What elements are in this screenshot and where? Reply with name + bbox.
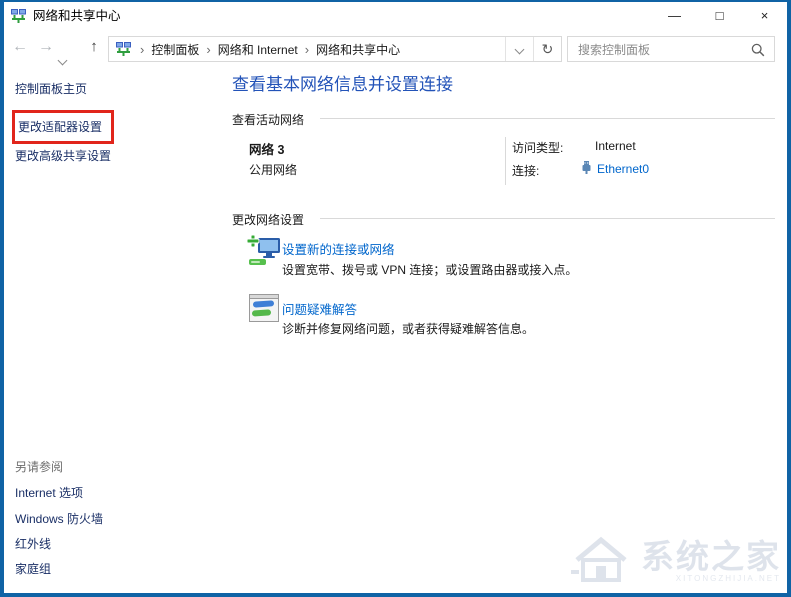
location-network-icon [115,41,132,58]
connection-label: 连接: [512,162,539,179]
sidebar-item-homegroup[interactable]: 家庭组 [15,560,51,577]
setup-new-connection-link[interactable]: 设置新的连接或网络 [282,239,395,258]
history-dropdown-icon[interactable] [59,45,66,77]
search-icon[interactable] [751,43,765,62]
back-icon[interactable]: ← [8,32,32,64]
search-input[interactable] [576,39,740,61]
network-name: 网络 3 [249,139,284,158]
active-networks-section-label: 查看活动网络 [232,111,304,128]
sidebar-item-infrared[interactable]: 红外线 [15,535,51,552]
breadcrumb-control-panel[interactable]: 控制面板 [147,41,203,58]
breadcrumb-network-sharing-center[interactable]: 网络和共享中心 [312,41,404,58]
sidebar-item-internet-options[interactable]: Internet 选项 [15,484,83,501]
network-sharing-center-window: 网络和共享中心 — □ × ← → ↑ [0,0,791,597]
address-bar: › 控制面板 › 网络和 Internet › 网络和共享中心 ↻ [108,36,562,62]
close-button[interactable]: × [742,2,787,32]
breadcrumb-network-internet[interactable]: 网络和 Internet [214,41,302,58]
watermark-subtext: XITONGZHIJIA.NET [641,574,781,583]
troubleshoot-link[interactable]: 问题疑难解答 [282,299,357,318]
search-box [567,36,775,62]
setup-new-connection-description: 设置宽带、拨号或 VPN 连接；或设置路由器或接入点。 [282,261,577,278]
page-title: 查看基本网络信息并设置连接 [232,70,453,95]
minimize-button[interactable]: — [652,2,697,32]
access-type-value: Internet [595,139,636,153]
window-controls: — □ × [652,2,787,32]
up-icon[interactable]: ↑ [82,32,106,64]
breadcrumb-separator-icon: › [203,42,213,57]
title-bar: 网络和共享中心 — □ × [0,0,791,32]
address-dropdown-icon[interactable] [505,37,533,61]
sidebar-item-windows-firewall[interactable]: Windows 防火墙 [15,510,103,527]
change-settings-section-label: 更改网络设置 [232,211,304,228]
sidebar-item-control-panel-home[interactable]: 控制面板主页 [15,80,87,97]
vertical-divider [505,137,506,185]
breadcrumb-separator-icon: › [137,42,147,57]
section-divider [320,118,775,119]
watermark-text: 系统之家 [641,540,781,573]
watermark-house-icon [571,534,635,589]
access-type-label: 访问类型: [512,139,563,156]
section-divider [320,218,775,219]
troubleshoot-icon [249,294,279,327]
refresh-icon[interactable]: ↻ [533,37,561,61]
sidebar-item-change-advanced-sharing[interactable]: 更改高级共享设置 [15,147,111,164]
network-app-icon [10,8,27,25]
ethernet-plug-icon [580,160,593,180]
network-profile: 公用网络 [249,161,297,178]
breadcrumb-separator-icon: › [302,42,312,57]
navigation-toolbar: ← → ↑ › 控制面板 › 网络和 Internet › [0,32,791,64]
maximize-button[interactable]: □ [697,2,742,32]
troubleshoot-description: 诊断并修复网络问题，或者获得疑难解答信息。 [282,320,534,337]
forward-icon[interactable]: → [34,32,58,64]
watermark: 系统之家 XITONGZHIJIA.NET [571,534,781,589]
window-title: 网络和共享中心 [33,0,121,32]
highlight-box: 更改适配器设置 [12,110,114,144]
setup-new-connection-icon [246,234,282,273]
see-also-header: 另请参阅 [15,458,63,475]
sidebar-item-change-adapter-settings[interactable]: 更改适配器设置 [18,120,102,134]
connection-ethernet0-link[interactable]: Ethernet0 [597,162,649,176]
